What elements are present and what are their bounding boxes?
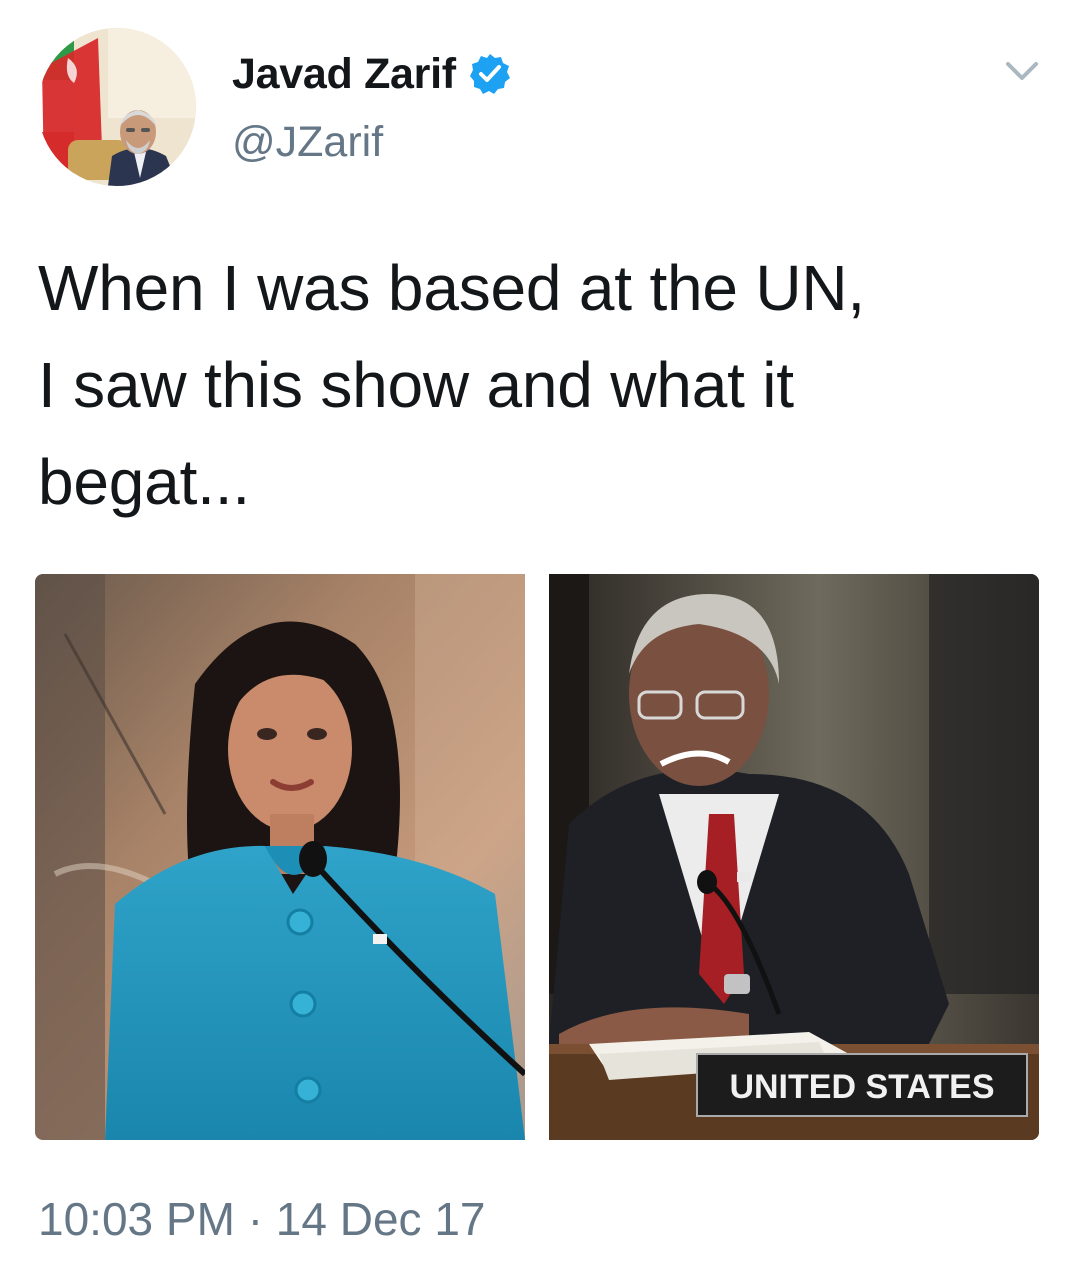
tweet-text-line: I saw this show and what it — [38, 349, 794, 421]
chevron-down-icon[interactable] — [1002, 58, 1042, 84]
tweet-text: When I was based at the UN, I saw this s… — [38, 240, 1038, 531]
author-handle[interactable]: @JZarif — [232, 118, 383, 167]
author-name-row[interactable]: Javad Zarif — [232, 44, 512, 104]
tweet-text-line: begat... — [38, 446, 250, 518]
avatar-photo — [38, 28, 196, 186]
author-display-name[interactable]: Javad Zarif — [232, 50, 456, 99]
tweet-card: Javad Zarif @JZarif When I was based at … — [0, 0, 1067, 1280]
tweet-date: 14 Dec 17 — [275, 1193, 486, 1245]
tweet-photo-right[interactable]: UNITED STATES — [549, 574, 1039, 1140]
avatar[interactable] — [38, 28, 196, 186]
tweet-photo-left[interactable] — [35, 574, 525, 1140]
placard-text: UNITED STATES — [729, 1068, 994, 1106]
tweet-text-line: When I was based at the UN, — [38, 252, 866, 324]
tweet-timestamp[interactable]: 10:03 PM · 14 Dec 17 — [38, 1192, 486, 1246]
tweet-time: 10:03 PM — [38, 1193, 235, 1245]
verified-badge-icon — [468, 52, 512, 96]
timestamp-separator: · — [247, 1193, 264, 1245]
